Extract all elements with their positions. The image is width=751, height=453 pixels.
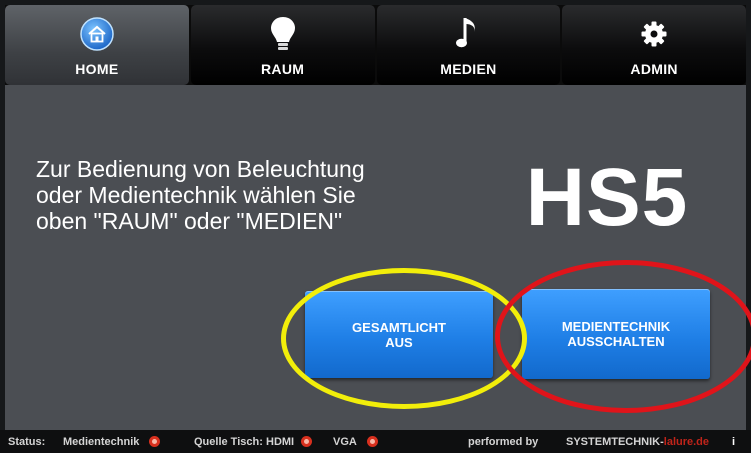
brand-logo-text: SYSTEMTECHNIK-lalure.de [566, 436, 709, 448]
instruction-text: Zur Bedienung von Beleuchtung oder Medie… [36, 156, 456, 234]
media-status-label: Medientechnik [63, 436, 140, 448]
lightbulb-icon [264, 15, 302, 53]
instruction-line: oben "RAUM" oder "MEDIEN" [36, 208, 343, 234]
status-label: Status: [8, 436, 46, 448]
top-navigation: HOME RAUM MEDIEN ADMIN [5, 5, 746, 85]
tab-medien[interactable]: MEDIEN [376, 5, 561, 85]
brand-suffix: lalure.de [663, 436, 710, 448]
media-status-indicator [149, 436, 160, 447]
all-lights-off-button[interactable]: GESAMTLICHT AUS [305, 291, 493, 378]
tab-raum[interactable]: RAUM [190, 5, 375, 85]
tab-raum-label: RAUM [261, 61, 305, 77]
media-off-label-line1: MEDIENTECHNIK [561, 319, 671, 334]
gear-icon [635, 15, 673, 53]
instruction-line: Zur Bedienung von Beleuchtung [36, 156, 365, 182]
instruction-line: oder Medientechnik wählen Sie [36, 182, 356, 208]
hdmi-status-indicator [301, 436, 312, 447]
performed-by-label: performed by [468, 436, 539, 448]
source-label: Quelle Tisch: [194, 436, 263, 448]
vga-status-indicator [367, 436, 378, 447]
media-off-button[interactable]: MEDIENTECHNIK AUSSCHALTEN [522, 289, 710, 379]
tab-medien-label: MEDIEN [440, 61, 497, 77]
all-lights-off-label-line1: GESAMTLICHT [352, 319, 446, 335]
home-icon [78, 15, 116, 53]
all-lights-off-label-line2: AUS [385, 334, 413, 350]
tab-admin-label: ADMIN [630, 61, 678, 77]
info-icon[interactable]: i [732, 436, 735, 448]
media-off-label-line2: AUSSCHALTEN [567, 334, 665, 349]
room-identifier: HS5 [525, 152, 689, 243]
tab-home-label: HOME [75, 61, 119, 77]
music-note-icon [449, 15, 487, 53]
vga-label: VGA [333, 436, 357, 448]
status-bar: Status: Medientechnik Quelle Tisch: HDMI… [0, 430, 751, 453]
tab-home[interactable]: HOME [5, 5, 189, 85]
hdmi-label: HDMI [266, 436, 295, 448]
tab-admin[interactable]: ADMIN [562, 5, 746, 85]
brand-name: SYSTEMTECHNIK- [566, 436, 664, 448]
